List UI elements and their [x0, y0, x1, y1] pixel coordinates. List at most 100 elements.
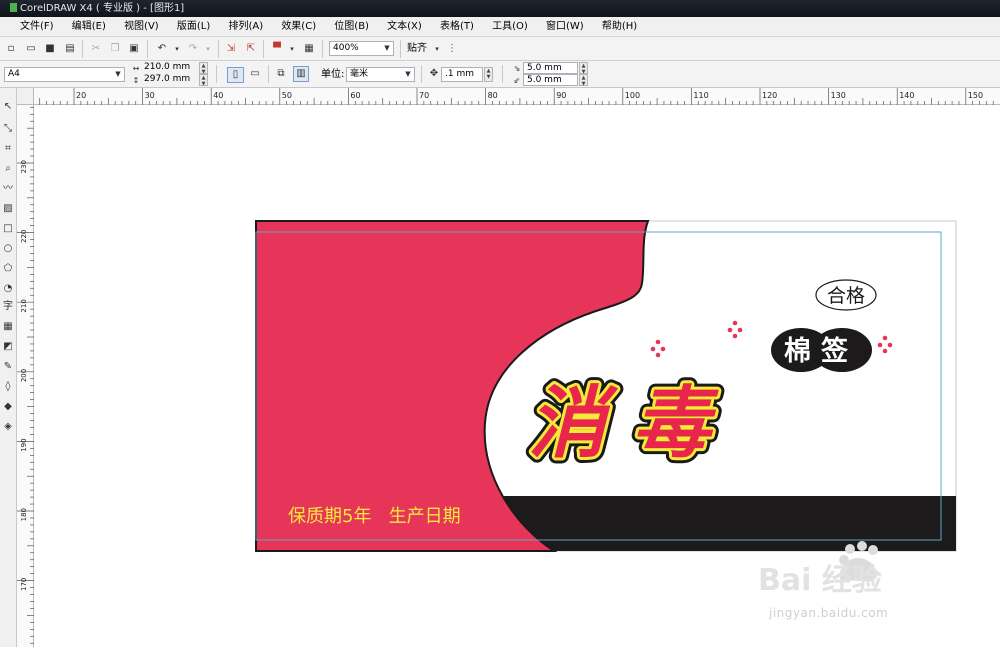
toolbar-separator: [502, 65, 503, 83]
paper-size-select[interactable]: A4 ▼: [4, 67, 125, 82]
menu-file[interactable]: 文件(F): [20, 17, 54, 37]
freehand-tool-icon[interactable]: 〰: [1, 182, 15, 196]
zoom-level-select[interactable]: 400% ▼: [329, 41, 394, 56]
menu-tools[interactable]: 工具(O): [492, 17, 528, 37]
units-select[interactable]: 毫米 ▼: [346, 67, 415, 82]
nudge-spinner[interactable]: ▲ ▼: [484, 67, 493, 82]
application-launcher-icon[interactable]: ▀: [270, 42, 284, 56]
new-document-icon[interactable]: ▫: [4, 42, 18, 56]
menu-text[interactable]: 文本(X): [387, 17, 422, 37]
toolbar-separator: [216, 65, 217, 83]
table-tool-icon[interactable]: ▦: [1, 320, 15, 334]
duplicate-x-spinner[interactable]: ▲ ▼: [579, 62, 588, 75]
shape-tool-icon[interactable]: ⤡: [1, 122, 15, 136]
ruler-origin[interactable]: [17, 88, 34, 105]
page-height-field[interactable]: 297.0 mm: [141, 74, 198, 86]
print-icon[interactable]: ▤: [63, 42, 77, 56]
save-icon[interactable]: ■: [43, 42, 57, 56]
ruler-label: 120: [762, 91, 777, 100]
duplicate-distance-x-field[interactable]: 5.0 mm: [523, 62, 578, 74]
watermark-url: jingyan.baidu.com: [769, 606, 889, 620]
rectangle-tool-icon[interactable]: □: [1, 222, 15, 236]
ruler-label: 180: [20, 508, 28, 521]
menu-effects[interactable]: 效果(C): [281, 17, 316, 37]
pick-tool-icon[interactable]: ↖: [1, 100, 15, 114]
ruler-label: 200: [20, 369, 28, 382]
nudge-distance-value: .1 mm: [445, 69, 474, 79]
menu-arrange[interactable]: 排列(A): [228, 17, 263, 37]
fill-tool-icon[interactable]: ◆: [1, 400, 15, 414]
ruler-label: 50: [282, 91, 292, 100]
crop-tool-icon[interactable]: ⌗: [1, 142, 15, 156]
ellipse-tool-icon[interactable]: ○: [1, 242, 15, 256]
snap-to-button[interactable]: 贴齐: [407, 41, 427, 56]
outline-tool-icon[interactable]: ◊: [1, 380, 15, 394]
toolbar-separator: [82, 40, 83, 58]
ruler-label: 230: [20, 160, 28, 173]
all-pages-icon[interactable]: ⧉: [274, 67, 288, 81]
ruler-label: 210: [20, 299, 28, 312]
current-page-icon[interactable]: ▥: [293, 66, 309, 82]
drawing-canvas[interactable]: 合格 棉签 消 消 毒 毒 保质期5年 生产日期: [34, 105, 1000, 647]
copy-icon[interactable]: ❐: [108, 42, 122, 56]
smart-fill-tool-icon[interactable]: ▨: [1, 202, 15, 216]
label-design: 合格 棉签 消 消 毒 毒 保质期5年 生产日期: [255, 220, 957, 552]
paste-icon[interactable]: ▣: [127, 42, 141, 56]
interactive-fill-tool-icon[interactable]: ◈: [1, 420, 15, 434]
portrait-orientation-icon[interactable]: ▯: [227, 67, 244, 83]
ruler-label: 190: [20, 438, 28, 451]
menu-help[interactable]: 帮助(H): [602, 17, 637, 37]
eyedropper-tool-icon[interactable]: ✎: [1, 360, 15, 374]
vertical-ruler[interactable]: 230220210200190180170160: [17, 105, 34, 650]
footer-text[interactable]: 保质期5年 生产日期: [288, 506, 461, 527]
menu-view[interactable]: 视图(V): [124, 17, 159, 37]
ruler-label: 40: [213, 91, 223, 100]
page-width-field[interactable]: 210.0 mm: [141, 62, 198, 74]
duplicate-y-spinner[interactable]: ▲ ▼: [579, 74, 588, 87]
menu-table[interactable]: 表格(T): [440, 17, 474, 37]
toolbar-separator: [218, 40, 219, 58]
ruler-label: 150: [968, 91, 983, 100]
text-tool-icon[interactable]: 字: [1, 300, 15, 314]
basic-shapes-tool-icon[interactable]: ◔: [1, 282, 15, 296]
options-icon[interactable]: ⋮: [445, 42, 459, 56]
undo-icon[interactable]: ↶: [155, 42, 169, 56]
horizontal-ruler[interactable]: 20 30 40 50 60 70 80 90 100 110 120 130 140 150: [17, 88, 1000, 105]
zoom-tool-icon[interactable]: ⌕: [1, 162, 15, 176]
snap-dropdown-icon[interactable]: ▾: [430, 42, 444, 56]
ruler-label: 130: [831, 91, 846, 100]
toolbar-separator: [268, 65, 269, 83]
page-width-spinner[interactable]: ▲ ▼: [199, 62, 208, 75]
redo-dropdown-icon[interactable]: ▾: [201, 42, 215, 56]
vertical-ruler-ticks: 230220210200190180170160: [17, 106, 34, 650]
duplicate-y-icon: ⇙: [513, 76, 521, 85]
launcher-dropdown-icon[interactable]: ▾: [285, 42, 299, 56]
nudge-distance-icon: ✥: [429, 68, 439, 79]
page-height-spinner[interactable]: ▲ ▼: [199, 74, 208, 87]
menu-window[interactable]: 窗口(W): [546, 17, 584, 37]
landscape-orientation-icon[interactable]: ▭: [248, 67, 262, 81]
page-height-value: 297.0 mm: [144, 74, 191, 84]
open-icon[interactable]: ▭: [24, 42, 38, 56]
duplicate-y-value: 5.0 mm: [527, 75, 562, 85]
toolbar-separator: [147, 40, 148, 58]
ruler-label: 170: [20, 578, 28, 591]
menu-layout[interactable]: 版面(L): [177, 17, 210, 37]
redo-icon[interactable]: ↷: [186, 42, 200, 56]
cut-icon[interactable]: ✂: [89, 42, 103, 56]
menu-edit[interactable]: 编辑(E): [72, 17, 106, 37]
main-title-char-2[interactable]: 毒: [629, 375, 722, 472]
duplicate-distance-y-field[interactable]: 5.0 mm: [523, 74, 578, 86]
polygon-tool-icon[interactable]: ⬠: [1, 262, 15, 276]
undo-dropdown-icon[interactable]: ▾: [170, 42, 184, 56]
import-icon[interactable]: ⇲: [224, 42, 238, 56]
export-icon[interactable]: ⇱: [244, 42, 258, 56]
interactive-blend-tool-icon[interactable]: ◩: [1, 340, 15, 354]
toolbar-separator: [322, 40, 323, 58]
welcome-screen-icon[interactable]: ▦: [302, 42, 316, 56]
standard-toolbar: ▫ ▭ ■ ▤ ✂ ❐ ▣ ↶ ▾ ↷ ▾ ⇲ ⇱ ▀ ▾ ▦ 400% ▼ 贴…: [0, 37, 1000, 61]
nudge-distance-field[interactable]: .1 mm: [441, 67, 483, 82]
units-value: 毫米: [350, 69, 369, 79]
main-title-char-1[interactable]: 消: [525, 375, 622, 472]
menu-bitmaps[interactable]: 位图(B): [334, 17, 369, 37]
